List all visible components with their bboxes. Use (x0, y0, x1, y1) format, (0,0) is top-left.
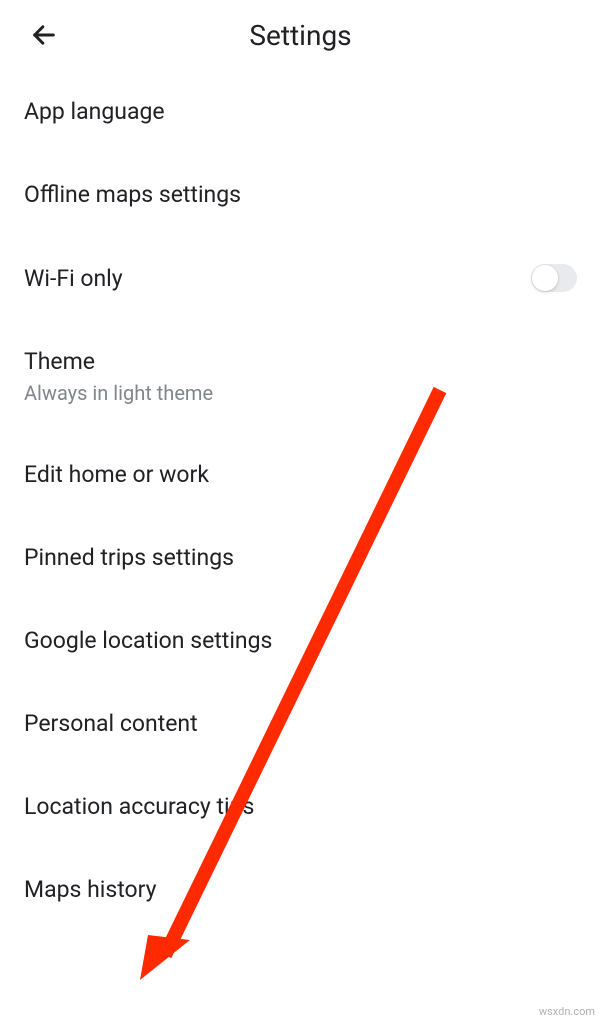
watermark: wsxdn.com (539, 1005, 595, 1018)
setting-maps-history[interactable]: Maps history (24, 848, 577, 931)
setting-label: App language (24, 98, 577, 125)
setting-label: Offline maps settings (24, 181, 577, 208)
setting-label: Theme (24, 348, 577, 375)
setting-location-accuracy[interactable]: Location accuracy tips (24, 765, 577, 848)
setting-theme[interactable]: Theme Always in light theme (24, 320, 577, 433)
setting-label: Pinned trips settings (24, 544, 577, 571)
page-title: Settings (64, 19, 537, 52)
toggle-knob (532, 265, 558, 291)
setting-edit-home-work[interactable]: Edit home or work (24, 433, 577, 516)
back-button[interactable] (24, 15, 64, 55)
settings-list: App language Offline maps settings Wi-Fi… (0, 70, 601, 931)
setting-sublabel: Always in light theme (24, 381, 577, 405)
setting-label: Edit home or work (24, 461, 577, 488)
setting-wifi-only[interactable]: Wi-Fi only (24, 236, 577, 320)
setting-personal-content[interactable]: Personal content (24, 682, 577, 765)
setting-label: Google location settings (24, 627, 577, 654)
setting-label: Personal content (24, 710, 577, 737)
setting-label: Wi-Fi only (24, 265, 531, 292)
setting-label: Location accuracy tips (24, 793, 577, 820)
header: Settings (0, 0, 601, 70)
setting-offline-maps[interactable]: Offline maps settings (24, 153, 577, 236)
arrow-left-icon (30, 21, 58, 49)
setting-app-language[interactable]: App language (24, 70, 577, 153)
setting-label: Maps history (24, 876, 577, 903)
setting-google-location[interactable]: Google location settings (24, 599, 577, 682)
setting-pinned-trips[interactable]: Pinned trips settings (24, 516, 577, 599)
wifi-only-toggle[interactable] (531, 264, 577, 292)
